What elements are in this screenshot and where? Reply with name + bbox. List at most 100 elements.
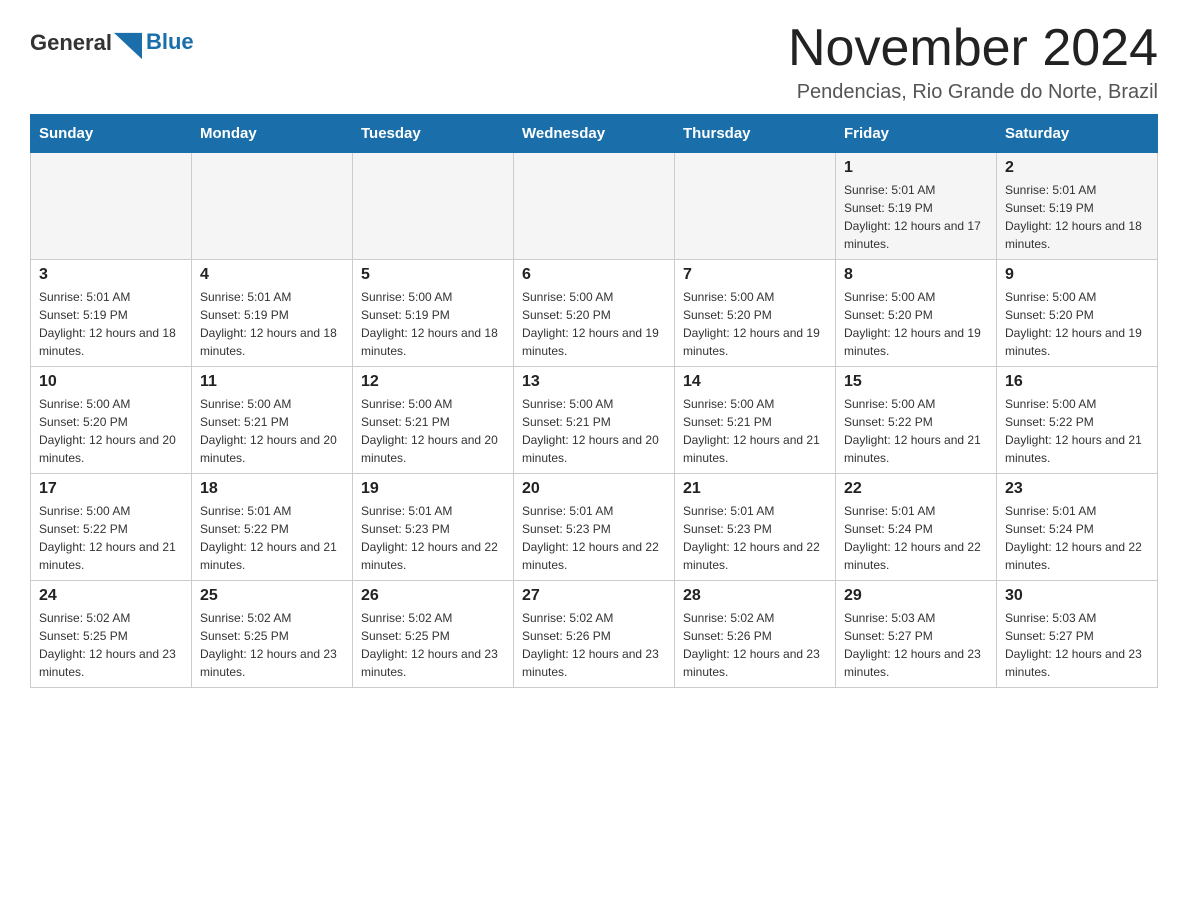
- day-number: 5: [361, 266, 505, 284]
- calendar-cell-0-0: [31, 153, 192, 260]
- header-monday: Monday: [192, 115, 353, 153]
- calendar-body: 1 Sunrise: 5:01 AMSunset: 5:19 PMDaylight…: [31, 153, 1158, 688]
- day-number: 10: [39, 373, 183, 391]
- header-wednesday: Wednesday: [514, 115, 675, 153]
- day-number: 21: [683, 480, 827, 498]
- day-info: Sunrise: 5:03 AMSunset: 5:27 PMDaylight:…: [844, 609, 988, 681]
- day-number: 12: [361, 373, 505, 391]
- calendar-cell-0-3: [514, 153, 675, 260]
- calendar-cell-2-1: 11Sunrise: 5:00 AMSunset: 5:21 PMDayligh…: [192, 367, 353, 474]
- day-number: 20: [522, 480, 666, 498]
- calendar-cell-3-2: 19 Sunrise: 5:01 AMSunset: 5:23 PMDayligh…: [353, 474, 514, 581]
- header-friday: Friday: [836, 115, 997, 153]
- calendar-cell-0-4: [675, 153, 836, 260]
- calendar-cell-3-5: 22Sunrise: 5:01 AMSunset: 5:24 PMDayligh…: [836, 474, 997, 581]
- day-number: 11: [200, 373, 344, 391]
- header-sunday: Sunday: [31, 115, 192, 153]
- day-number: 30: [1005, 587, 1149, 605]
- calendar-cell-0-6: 2Sunrise: 5:01 AMSunset: 5:19 PMDaylight…: [997, 153, 1158, 260]
- calendar-cell-4-3: 27 Sunrise: 5:02 AMSunset: 5:26 PMDayligh…: [514, 581, 675, 688]
- day-info: Sunrise: 5:00 AMSunset: 5:20 PMDaylight:…: [39, 395, 183, 467]
- header-thursday: Thursday: [675, 115, 836, 153]
- day-info: Sunrise: 5:00 AMSunset: 5:22 PMDaylight:…: [39, 502, 183, 574]
- day-info: Sunrise: 5:02 AMSunset: 5:26 PMDaylight:…: [522, 609, 666, 681]
- day-info: Sunrise: 5:00 AMSunset: 5:21 PMDaylight:…: [683, 395, 827, 467]
- calendar-cell-2-2: 12 Sunrise: 5:00 AMSunset: 5:21 PMDayligh…: [353, 367, 514, 474]
- day-info: Sunrise: 5:01 AMSunset: 5:22 PMDaylight:…: [200, 502, 344, 574]
- week-row-0: 1 Sunrise: 5:01 AMSunset: 5:19 PMDaylight…: [31, 153, 1158, 260]
- day-number: 16: [1005, 373, 1149, 391]
- day-number: 2: [1005, 159, 1149, 177]
- logo-triangle-icon: [114, 32, 142, 60]
- day-info: Sunrise: 5:00 AMSunset: 5:21 PMDaylight:…: [361, 395, 505, 467]
- day-info: Sunrise: 5:00 AMSunset: 5:20 PMDaylight:…: [683, 288, 827, 360]
- calendar-cell-1-1: 4 Sunrise: 5:01 AMSunset: 5:19 PMDaylight…: [192, 260, 353, 367]
- calendar-cell-0-2: [353, 153, 514, 260]
- calendar-cell-2-3: 13 Sunrise: 5:00 AMSunset: 5:21 PMDayligh…: [514, 367, 675, 474]
- calendar: Sunday Monday Tuesday Wednesday Thursday…: [30, 114, 1158, 688]
- day-info: Sunrise: 5:01 AMSunset: 5:19 PMDaylight:…: [39, 288, 183, 360]
- calendar-cell-1-5: 8Sunrise: 5:00 AMSunset: 5:20 PMDaylight…: [836, 260, 997, 367]
- calendar-cell-4-0: 24 Sunrise: 5:02 AMSunset: 5:25 PMDayligh…: [31, 581, 192, 688]
- calendar-cell-2-0: 10 Sunrise: 5:00 AMSunset: 5:20 PMDayligh…: [31, 367, 192, 474]
- day-info: Sunrise: 5:01 AMSunset: 5:19 PMDaylight:…: [844, 181, 988, 253]
- day-number: 28: [683, 587, 827, 605]
- day-info: Sunrise: 5:01 AMSunset: 5:23 PMDaylight:…: [522, 502, 666, 574]
- day-info: Sunrise: 5:00 AMSunset: 5:21 PMDaylight:…: [522, 395, 666, 467]
- week-row-2: 10 Sunrise: 5:00 AMSunset: 5:20 PMDayligh…: [31, 367, 1158, 474]
- day-info: Sunrise: 5:01 AMSunset: 5:23 PMDaylight:…: [361, 502, 505, 574]
- calendar-cell-2-5: 15 Sunrise: 5:00 AMSunset: 5:22 PMDayligh…: [836, 367, 997, 474]
- calendar-cell-1-2: 5 Sunrise: 5:00 AMSunset: 5:19 PMDaylight…: [353, 260, 514, 367]
- calendar-cell-1-4: 7 Sunrise: 5:00 AMSunset: 5:20 PMDaylight…: [675, 260, 836, 367]
- calendar-cell-4-4: 28 Sunrise: 5:02 AMSunset: 5:26 PMDayligh…: [675, 581, 836, 688]
- day-info: Sunrise: 5:01 AMSunset: 5:23 PMDaylight:…: [683, 502, 827, 574]
- day-info: Sunrise: 5:03 AMSunset: 5:27 PMDaylight:…: [1005, 609, 1149, 681]
- week-row-1: 3 Sunrise: 5:01 AMSunset: 5:19 PMDaylight…: [31, 260, 1158, 367]
- logo-blue-text: Blue: [146, 29, 194, 55]
- day-info: Sunrise: 5:00 AMSunset: 5:19 PMDaylight:…: [361, 288, 505, 360]
- day-info: Sunrise: 5:01 AMSunset: 5:24 PMDaylight:…: [844, 502, 988, 574]
- logo-text-general: General: [30, 30, 142, 60]
- day-number: 25: [200, 587, 344, 605]
- calendar-cell-3-6: 23 Sunrise: 5:01 AMSunset: 5:24 PMDayligh…: [997, 474, 1158, 581]
- day-number: 15: [844, 373, 988, 391]
- week-row-4: 24 Sunrise: 5:02 AMSunset: 5:25 PMDayligh…: [31, 581, 1158, 688]
- day-number: 4: [200, 266, 344, 284]
- day-number: 23: [1005, 480, 1149, 498]
- day-number: 24: [39, 587, 183, 605]
- day-info: Sunrise: 5:01 AMSunset: 5:24 PMDaylight:…: [1005, 502, 1149, 574]
- calendar-cell-3-4: 21 Sunrise: 5:01 AMSunset: 5:23 PMDayligh…: [675, 474, 836, 581]
- day-number: 3: [39, 266, 183, 284]
- day-number: 18: [200, 480, 344, 498]
- calendar-cell-1-6: 9Sunrise: 5:00 AMSunset: 5:20 PMDaylight…: [997, 260, 1158, 367]
- day-info: Sunrise: 5:02 AMSunset: 5:26 PMDaylight:…: [683, 609, 827, 681]
- day-info: Sunrise: 5:00 AMSunset: 5:22 PMDaylight:…: [844, 395, 988, 467]
- calendar-cell-0-5: 1 Sunrise: 5:01 AMSunset: 5:19 PMDaylight…: [836, 153, 997, 260]
- calendar-cell-4-1: 25Sunrise: 5:02 AMSunset: 5:25 PMDayligh…: [192, 581, 353, 688]
- day-number: 1: [844, 159, 988, 177]
- day-info: Sunrise: 5:01 AMSunset: 5:19 PMDaylight:…: [200, 288, 344, 360]
- calendar-cell-4-6: 30 Sunrise: 5:03 AMSunset: 5:27 PMDayligh…: [997, 581, 1158, 688]
- day-number: 7: [683, 266, 827, 284]
- calendar-cell-3-0: 17 Sunrise: 5:00 AMSunset: 5:22 PMDayligh…: [31, 474, 192, 581]
- calendar-cell-3-3: 20 Sunrise: 5:01 AMSunset: 5:23 PMDayligh…: [514, 474, 675, 581]
- day-number: 17: [39, 480, 183, 498]
- weekday-header-row: Sunday Monday Tuesday Wednesday Thursday…: [31, 115, 1158, 153]
- day-number: 29: [844, 587, 988, 605]
- month-title: November 2024: [788, 20, 1158, 77]
- title-area: November 2024 Pendencias, Rio Grande do …: [788, 20, 1158, 104]
- calendar-header: Sunday Monday Tuesday Wednesday Thursday…: [31, 115, 1158, 153]
- header-saturday: Saturday: [997, 115, 1158, 153]
- header: General Blue November 2024 Pendencias, R…: [30, 20, 1158, 104]
- day-info: Sunrise: 5:02 AMSunset: 5:25 PMDaylight:…: [39, 609, 183, 681]
- day-number: 19: [361, 480, 505, 498]
- day-number: 27: [522, 587, 666, 605]
- day-number: 9: [1005, 266, 1149, 284]
- week-row-3: 17 Sunrise: 5:00 AMSunset: 5:22 PMDayligh…: [31, 474, 1158, 581]
- header-tuesday: Tuesday: [353, 115, 514, 153]
- calendar-cell-1-0: 3 Sunrise: 5:01 AMSunset: 5:19 PMDaylight…: [31, 260, 192, 367]
- calendar-cell-4-2: 26Sunrise: 5:02 AMSunset: 5:25 PMDayligh…: [353, 581, 514, 688]
- day-info: Sunrise: 5:00 AMSunset: 5:20 PMDaylight:…: [844, 288, 988, 360]
- day-number: 13: [522, 373, 666, 391]
- calendar-cell-2-4: 14Sunrise: 5:00 AMSunset: 5:21 PMDayligh…: [675, 367, 836, 474]
